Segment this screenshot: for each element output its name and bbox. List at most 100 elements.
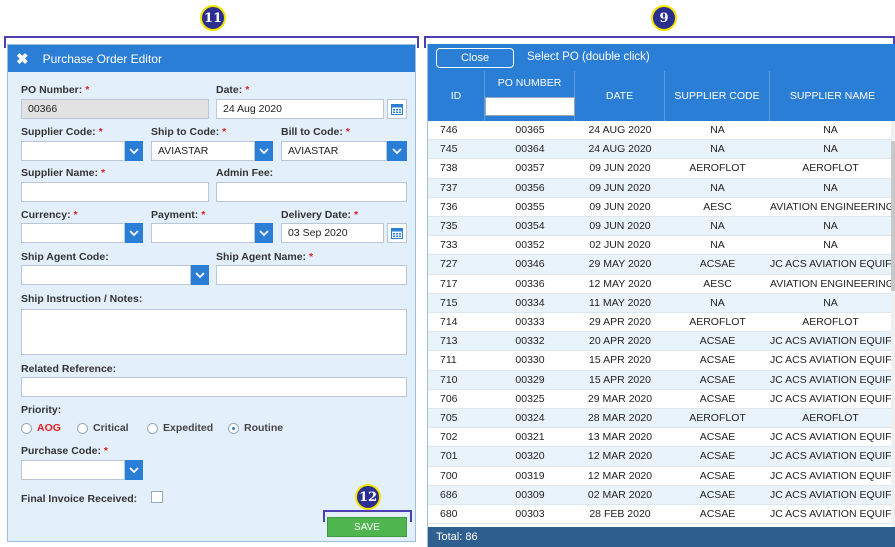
supplier-code-select[interactable] bbox=[21, 141, 125, 161]
ship-agent-code-select[interactable] bbox=[21, 265, 191, 285]
table-row[interactable]: 700 00319 12 MAR 2020 ACSAE JC ACS AVIATION … bbox=[428, 467, 895, 486]
table-row[interactable]: 733 00352 02 JUN 2020 NA NA bbox=[428, 236, 895, 256]
column-header-id[interactable]: ID bbox=[428, 71, 485, 121]
close-icon[interactable]: ✖ bbox=[16, 50, 29, 68]
cell-id: 702 bbox=[440, 431, 458, 444]
calendar-icon[interactable] bbox=[387, 99, 407, 119]
chevron-down-icon[interactable] bbox=[125, 460, 143, 480]
table-row[interactable]: 702 00321 13 MAR 2020 ACSAE JC ACS AVIATION … bbox=[428, 428, 895, 448]
table-row[interactable]: 714 00333 29 APR 2020 AEROFLOT AEROFLOT bbox=[428, 313, 895, 333]
ship-instruction-textarea[interactable] bbox=[21, 309, 407, 355]
purchase-code-select[interactable] bbox=[21, 460, 125, 480]
po-number-filter-input[interactable] bbox=[485, 97, 575, 116]
vertical-scrollbar[interactable] bbox=[891, 121, 895, 527]
table-row[interactable]: 715 00334 11 MAY 2020 NA NA bbox=[428, 293, 895, 313]
cell-supplier-code: NA bbox=[710, 239, 725, 252]
final-invoice-label: Final Invoice Received: bbox=[21, 493, 138, 505]
ship-agent-name-label: Ship Agent Name: * bbox=[216, 251, 314, 263]
cell-supplier-code: ACSAE bbox=[699, 258, 736, 271]
cell-id: 711 bbox=[440, 354, 457, 367]
editor-title: Purchase Order Editor bbox=[42, 51, 162, 66]
ship-agent-name-field[interactable] bbox=[216, 265, 407, 285]
cell-id: 686 bbox=[440, 488, 458, 501]
table-row[interactable]: 745 00364 24 AUG 2020 NA NA bbox=[428, 140, 895, 160]
cell-po-number: 00303 bbox=[515, 508, 545, 520]
cell-id: 710 bbox=[440, 373, 458, 386]
save-button[interactable]: SAVE bbox=[327, 517, 407, 537]
editor-header: ✖ Purchase Order Editor bbox=[8, 45, 415, 72]
currency-label: Currency: * bbox=[21, 209, 78, 221]
table-row[interactable]: 680 00303 28 FEB 2020 ACSAE JC ACS AVIATION … bbox=[428, 505, 895, 525]
cell-date: 29 MAR 2020 bbox=[587, 392, 653, 405]
date-field[interactable]: 24 Aug 2020 bbox=[216, 99, 384, 119]
delivery-date-field[interactable]: 03 Sep 2020 bbox=[281, 223, 384, 243]
related-reference-label: Related Reference: bbox=[21, 363, 117, 375]
priority-radio-routine[interactable]: Routine bbox=[228, 422, 283, 434]
ship-instruction-label: Ship Instruction / Notes: bbox=[21, 293, 143, 305]
table-row[interactable]: 705 00324 28 MAR 2020 AEROFLOT AEROFLOT bbox=[428, 409, 895, 429]
chevron-down-icon[interactable] bbox=[125, 223, 143, 243]
cell-po-number: 00321 bbox=[515, 431, 545, 444]
cell-id: 736 bbox=[440, 200, 458, 213]
cell-supplier-code: AEROFLOT bbox=[689, 412, 746, 424]
table-row[interactable]: 686 00309 02 MAR 2020 ACSAE JC ACS AVIATION … bbox=[428, 485, 895, 505]
priority-radio-critical[interactable]: Critical bbox=[77, 422, 129, 434]
cell-supplier-name: NA bbox=[823, 124, 838, 136]
calendar-icon[interactable] bbox=[387, 223, 407, 243]
cell-date: 24 AUG 2020 bbox=[588, 143, 652, 156]
chevron-down-icon[interactable] bbox=[387, 141, 407, 161]
payment-select[interactable] bbox=[151, 223, 255, 243]
related-reference-field[interactable] bbox=[21, 377, 407, 397]
priority-radio-expedited[interactable]: Expedited bbox=[147, 422, 213, 434]
currency-select[interactable] bbox=[21, 223, 125, 243]
cell-id: 713 bbox=[440, 335, 458, 348]
chevron-down-icon[interactable] bbox=[255, 223, 273, 243]
table-row[interactable]: 701 00320 12 MAR 2020 ACSAE JC ACS AVIATION … bbox=[428, 447, 895, 467]
cell-supplier-name: AEROFLOT bbox=[802, 412, 859, 424]
cell-supplier-code: AESC bbox=[703, 200, 732, 213]
chevron-down-icon[interactable] bbox=[125, 141, 143, 161]
ship-to-code-select[interactable]: AVIASTAR bbox=[151, 141, 255, 161]
table-row[interactable]: 711 00330 15 APR 2020 ACSAE JC ACS AVIATION … bbox=[428, 351, 895, 371]
cell-supplier-code: ACSAE bbox=[699, 488, 736, 501]
cell-po-number: 00346 bbox=[515, 258, 545, 271]
bill-to-code-select[interactable]: AVIASTAR bbox=[281, 141, 387, 161]
cell-date: 02 JUN 2020 bbox=[589, 239, 651, 252]
column-header-supplier-code[interactable]: SUPPLIER CODE bbox=[665, 71, 770, 121]
cell-supplier-code: ACSAE bbox=[699, 469, 736, 482]
ship-to-code-label: Ship to Code: * bbox=[151, 126, 227, 138]
cell-date: 28 FEB 2020 bbox=[589, 508, 651, 520]
scrollbar-thumb[interactable] bbox=[891, 141, 895, 291]
admin-fee-label: Admin Fee: bbox=[216, 167, 274, 179]
table-row[interactable]: 737 00356 09 JUN 2020 NA NA bbox=[428, 178, 895, 198]
final-invoice-checkbox[interactable] bbox=[151, 491, 163, 503]
chevron-down-icon[interactable] bbox=[255, 141, 273, 161]
cell-supplier-code: AESC bbox=[703, 277, 732, 290]
priority-radio-aog[interactable]: AOG bbox=[21, 422, 61, 434]
cell-id: 733 bbox=[440, 239, 458, 252]
column-header-date[interactable]: DATE bbox=[575, 71, 665, 121]
bill-to-code-label: Bill to Code: * bbox=[281, 126, 350, 138]
cell-po-number: 00364 bbox=[515, 143, 545, 156]
table-row[interactable]: 736 00355 09 JUN 2020 AESC AVIATION ENGINEER… bbox=[428, 198, 895, 217]
column-header-supplier-name[interactable]: SUPPLIER NAME bbox=[770, 71, 895, 121]
table-row[interactable]: 706 00325 29 MAR 2020 ACSAE JC ACS AVIATION … bbox=[428, 390, 895, 409]
cell-date: 15 APR 2020 bbox=[589, 373, 651, 386]
table-row[interactable]: 710 00329 15 APR 2020 ACSAE JC ACS AVIATION … bbox=[428, 370, 895, 390]
cell-po-number: 00319 bbox=[515, 469, 545, 482]
po-number-field[interactable]: 00366 bbox=[21, 99, 209, 119]
table-row[interactable]: 735 00354 09 JUN 2020 NA NA bbox=[428, 217, 895, 237]
table-row[interactable]: 738 00357 09 JUN 2020 AEROFLOT AEROFLOT bbox=[428, 159, 895, 179]
table-row[interactable]: 727 00346 29 MAY 2020 ACSAE JC ACS AVIATION … bbox=[428, 255, 895, 275]
cell-supplier-code: NA bbox=[710, 296, 725, 309]
supplier-name-field[interactable] bbox=[21, 182, 209, 202]
close-button[interactable]: Close bbox=[436, 48, 514, 68]
table-row[interactable]: 717 00336 12 MAY 2020 AESC AVIATION ENGINEER… bbox=[428, 275, 895, 294]
cell-supplier-code: AEROFLOT bbox=[689, 162, 746, 175]
table-row[interactable]: 746 00365 24 AUG 2020 NA NA bbox=[428, 121, 895, 141]
purchase-code-label: Purchase Code: * bbox=[21, 445, 108, 457]
admin-fee-field[interactable] bbox=[216, 182, 407, 202]
cell-supplier-code: AEROFLOT bbox=[689, 316, 746, 328]
table-row[interactable]: 713 00332 20 APR 2020 ACSAE JC ACS AVIATION … bbox=[428, 332, 895, 352]
chevron-down-icon[interactable] bbox=[191, 265, 209, 285]
